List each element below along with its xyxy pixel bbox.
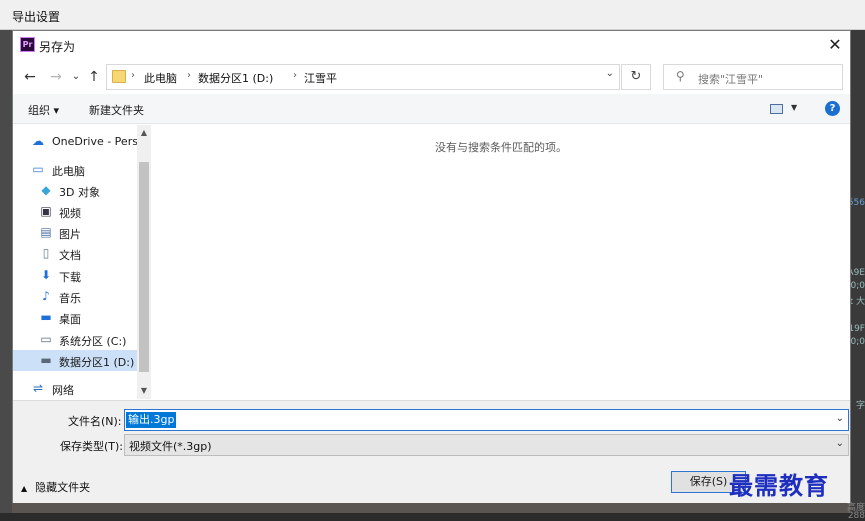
empty-results-message: 没有与搜索条件匹配的项。 xyxy=(435,141,567,154)
file-list-area[interactable]: 没有与搜索条件匹配的项。 xyxy=(152,125,850,399)
help-icon[interactable]: ? xyxy=(825,101,840,116)
sidebar-item-downloads[interactable]: ⬇ 下载 xyxy=(13,265,151,286)
scroll-up-arrow-icon[interactable]: ▲ xyxy=(137,125,151,141)
search-input[interactable]: ⚲ 搜索"江雪平" xyxy=(663,64,843,90)
view-options-icon[interactable] xyxy=(770,104,783,114)
filetype-value: 视频文件(*.3gp) xyxy=(129,440,212,453)
sidebar-item-label: 数据分区1 (D:) xyxy=(59,356,135,369)
navigation-pane: ☁ OneDrive - Perso ▭ 此电脑 ◆ 3D 对象 ▣ 视频 ▤ … xyxy=(13,125,151,399)
sidebar-item-drive-d[interactable]: ▬ 数据分区1 (D:) xyxy=(13,350,151,371)
filetype-label: 保存类型(T): xyxy=(60,440,124,453)
filename-field[interactable]: 输出.3gp ⌄ xyxy=(124,409,849,431)
scrollbar-thumb[interactable] xyxy=(139,162,149,372)
address-bar[interactable]: › 此电脑 › 数据分区1 (D:) › 江雪平 ⌄ xyxy=(106,64,620,90)
filetype-select[interactable]: 视频文件(*.3gp) ⌄ xyxy=(124,434,849,456)
sidebar-item-label: 图片 xyxy=(59,228,81,241)
sidebar-item-label: 文档 xyxy=(59,249,81,262)
dialog-title: 另存为 xyxy=(39,40,76,54)
desktop-icon: ▬ xyxy=(40,310,52,324)
sidebar-item-label: 网络 xyxy=(52,384,74,397)
sidebar-item-3d-objects[interactable]: ◆ 3D 对象 xyxy=(13,180,151,201)
hide-folders-toggle[interactable]: ▲ 隐藏文件夹 xyxy=(21,479,90,495)
drive-c-icon: ▭ xyxy=(40,332,52,346)
recent-locations-dropdown[interactable]: ⌄ xyxy=(67,68,85,86)
scroll-down-arrow-icon[interactable]: ▼ xyxy=(137,383,151,399)
sidebar-item-music[interactable]: ♪ 音乐 xyxy=(13,286,151,307)
new-folder-button[interactable]: 新建文件夹 xyxy=(89,102,144,118)
music-icon: ♪ xyxy=(42,289,50,303)
search-placeholder: 搜索"江雪平" xyxy=(698,73,764,86)
download-icon: ⬇ xyxy=(40,268,52,282)
filename-label: 文件名(N): xyxy=(68,415,122,428)
search-icon: ⚲ xyxy=(676,69,685,83)
sidebar-item-onedrive[interactable]: ☁ OneDrive - Perso xyxy=(13,131,151,152)
background-left-strip xyxy=(0,30,12,513)
breadcrumb-separator: › xyxy=(293,70,297,81)
refresh-button[interactable]: ↻ xyxy=(621,64,651,90)
sidebar-item-label: 视频 xyxy=(59,207,81,220)
breadcrumb-separator: › xyxy=(131,70,135,81)
sidebar-item-desktop[interactable]: ▬ 桌面 xyxy=(13,307,151,328)
cloud-icon: ☁ xyxy=(32,134,44,148)
bg-fragment: 字 xyxy=(855,401,865,411)
command-bar: 组织 ▾ 新建文件夹 ▼ ? xyxy=(13,94,850,124)
sidebar-item-videos[interactable]: ▣ 视频 xyxy=(13,201,151,222)
address-dropdown-icon[interactable]: ⌄ xyxy=(606,68,614,79)
sidebar-item-documents[interactable]: ▯ 文档 xyxy=(13,243,151,264)
sidebar-item-label: 下载 xyxy=(59,271,81,284)
computer-icon: ▭ xyxy=(32,162,44,176)
dialog-titlebar: Pr 另存为 ✕ xyxy=(13,31,850,59)
sidebar-item-this-pc[interactable]: ▭ 此电脑 xyxy=(13,159,151,180)
sidebar-item-label: 桌面 xyxy=(59,313,81,326)
save-options-panel: 文件名(N): 输出.3gp ⌄ 保存类型(T): 视频文件(*.3gp) ⌄ … xyxy=(13,400,850,503)
sidebar-item-label: 此电脑 xyxy=(52,165,85,178)
sidebar-item-network[interactable]: ⇌ 网络 xyxy=(13,378,151,399)
outer-window-title: 导出设置 xyxy=(12,10,61,24)
forward-arrow-icon[interactable]: → xyxy=(47,68,65,86)
premiere-app-icon: Pr xyxy=(20,37,35,52)
back-arrow-icon[interactable]: ← xyxy=(21,68,39,86)
organize-menu[interactable]: 组织 ▾ xyxy=(28,102,59,118)
caret-up-icon: ▲ xyxy=(21,484,28,493)
sidebar-item-drive-c[interactable]: ▭ 系统分区 (C:) xyxy=(13,329,151,350)
view-dropdown-icon[interactable]: ▼ xyxy=(791,103,797,112)
folder-icon xyxy=(112,70,126,83)
outer-window-titlebar: 导出设置 xyxy=(0,0,865,30)
up-arrow-icon[interactable]: ↑ xyxy=(85,68,103,86)
drive-d-icon: ▬ xyxy=(40,353,52,367)
network-icon: ⇌ xyxy=(32,381,44,395)
breadcrumb-this-pc[interactable]: 此电脑 xyxy=(144,70,177,86)
picture-icon: ▤ xyxy=(40,225,52,239)
bg-fragment: t 大 xyxy=(849,297,865,307)
nav-pane-scrollbar[interactable]: ▲ ▼ xyxy=(137,125,151,399)
document-icon: ▯ xyxy=(42,246,50,260)
sidebar-item-pictures[interactable]: ▤ 图片 xyxy=(13,222,151,243)
background-right-panel: 556 A9E 00;0 t 大 19F 00;0 字 高度 288 xyxy=(845,30,865,521)
watermark-logo: 最需教育 xyxy=(729,471,829,500)
sidebar-item-label: 音乐 xyxy=(59,292,81,305)
breadcrumb-drive-d[interactable]: 数据分区1 (D:) xyxy=(198,70,273,86)
background-bottom-strip xyxy=(12,503,850,513)
hide-folders-label: 隐藏文件夹 xyxy=(35,481,91,494)
video-icon: ▣ xyxy=(40,204,52,218)
filename-dropdown-icon[interactable]: ⌄ xyxy=(836,413,844,424)
filetype-dropdown-icon[interactable]: ⌄ xyxy=(836,438,844,449)
save-as-dialog: Pr 另存为 ✕ ← → ⌄ ↑ › 此电脑 › 数据分区1 (D:) › 江雪… xyxy=(12,30,851,503)
sidebar-item-label: 系统分区 (C:) xyxy=(59,335,127,348)
sidebar-item-label: 3D 对象 xyxy=(59,186,100,199)
breadcrumb-separator: › xyxy=(187,70,191,81)
cube-icon: ◆ xyxy=(41,183,51,197)
sidebar-item-label: OneDrive - Perso xyxy=(52,135,145,148)
filename-value: 输出.3gp xyxy=(126,412,177,428)
breadcrumb-jiangxueping[interactable]: 江雪平 xyxy=(304,70,337,86)
close-button[interactable]: ✕ xyxy=(824,34,846,56)
